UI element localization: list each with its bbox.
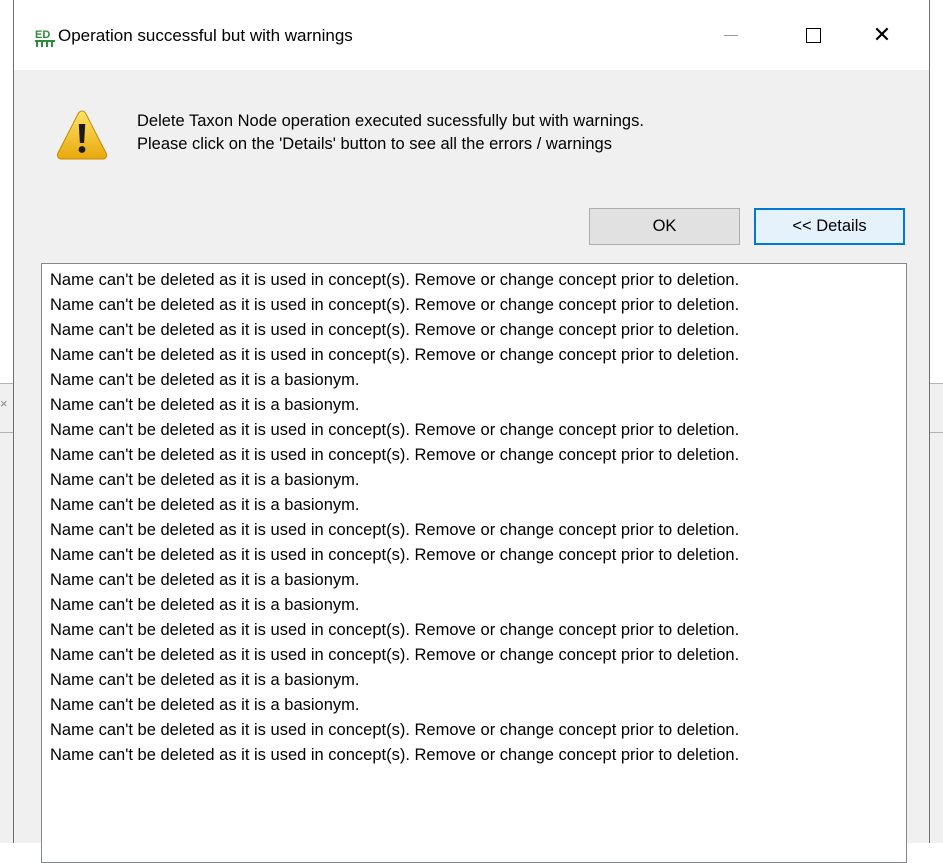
details-line: Name can't be deleted as it is used in c… bbox=[50, 521, 740, 539]
details-line: Name can't be deleted as it is used in c… bbox=[50, 321, 740, 339]
details-line: Name can't be deleted as it is used in c… bbox=[50, 721, 740, 739]
details-line: Name can't be deleted as it is a basiony… bbox=[50, 471, 360, 489]
svg-text:ED: ED bbox=[35, 29, 50, 41]
maximize-button[interactable] bbox=[790, 12, 836, 58]
details-line: Name can't be deleted as it is a basiony… bbox=[50, 596, 360, 614]
title-bar: ED Operation successful but with warning… bbox=[14, 0, 929, 70]
details-line: Name can't be deleted as it is a basiony… bbox=[50, 396, 360, 414]
ok-button[interactable]: OK bbox=[589, 208, 740, 245]
dialog-title: Operation successful but with warnings bbox=[58, 26, 353, 45]
warning-icon bbox=[56, 110, 108, 160]
app-icon: ED bbox=[34, 27, 56, 47]
details-line: Name can't be deleted as it is used in c… bbox=[50, 271, 740, 289]
details-line: Name can't be deleted as it is a basiony… bbox=[50, 371, 360, 389]
details-line: Name can't be deleted as it is a basiony… bbox=[50, 496, 360, 514]
close-icon: ✕ bbox=[872, 22, 892, 48]
details-text-area[interactable]: Name can't be deleted as it is used in c… bbox=[41, 263, 907, 863]
details-line: Name can't be deleted as it is a basiony… bbox=[50, 696, 360, 714]
details-button[interactable]: << Details bbox=[754, 208, 905, 245]
details-line: Name can't be deleted as it is used in c… bbox=[50, 546, 740, 564]
details-line: Name can't be deleted as it is used in c… bbox=[50, 746, 740, 764]
background-close-icon[interactable]: × bbox=[0, 396, 12, 411]
close-button[interactable]: ✕ bbox=[859, 12, 905, 58]
warning-dialog: ED Operation successful but with warning… bbox=[13, 0, 930, 863]
details-line: Name can't be deleted as it is a basiony… bbox=[50, 571, 360, 589]
dialog-message: Delete Taxon Node operation executed suc… bbox=[137, 110, 644, 156]
details-line: Name can't be deleted as it is used in c… bbox=[50, 621, 740, 639]
details-line: Name can't be deleted as it is used in c… bbox=[50, 446, 740, 464]
message-line: Please click on the 'Details' button to … bbox=[137, 135, 612, 153]
minimize-icon bbox=[724, 34, 738, 36]
message-line: Delete Taxon Node operation executed suc… bbox=[137, 112, 644, 130]
maximize-icon bbox=[805, 27, 821, 43]
details-line: Name can't be deleted as it is used in c… bbox=[50, 296, 740, 314]
minimize-button[interactable] bbox=[708, 12, 754, 58]
details-line: Name can't be deleted as it is used in c… bbox=[50, 421, 740, 439]
details-line: Name can't be deleted as it is used in c… bbox=[50, 346, 740, 364]
details-line: Name can't be deleted as it is used in c… bbox=[50, 646, 740, 664]
details-line: Name can't be deleted as it is a basiony… bbox=[50, 671, 360, 689]
